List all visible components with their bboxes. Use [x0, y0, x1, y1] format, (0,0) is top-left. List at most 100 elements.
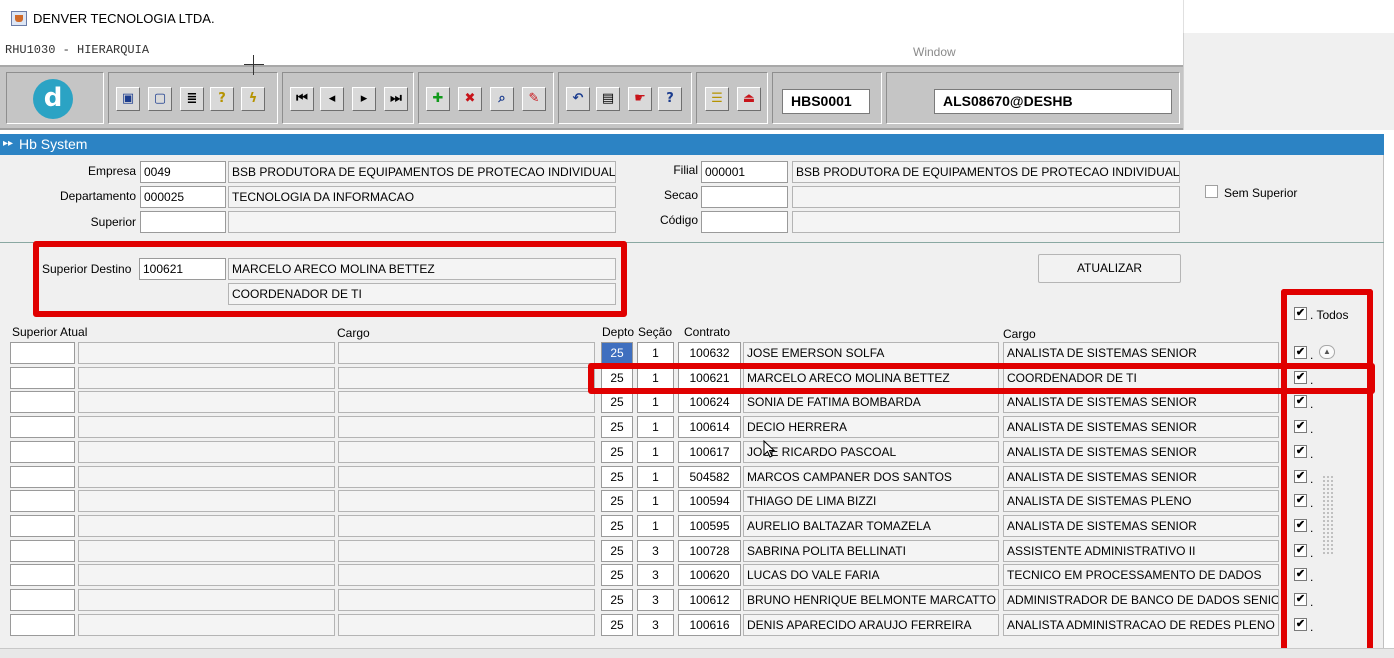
row-contrato[interactable]: 100620: [678, 564, 741, 586]
row-nome[interactable]: AURELIO BALTAZAR TOMAZELA: [743, 515, 999, 537]
row-superior-code[interactable]: [10, 614, 75, 636]
help-icon[interactable]: ?: [658, 87, 682, 111]
row-superior-cargo[interactable]: [338, 515, 595, 537]
row-depto[interactable]: 25: [601, 515, 633, 537]
hand-icon[interactable]: ☛: [628, 87, 652, 111]
row-cargo[interactable]: TECNICO EM PROCESSAMENTO DE DADOS: [1003, 564, 1279, 586]
row-cargo[interactable]: ANALISTA DE SISTEMAS SENIOR: [1003, 342, 1279, 364]
row-secao[interactable]: 3: [637, 564, 674, 586]
row-secao[interactable]: 1: [637, 441, 674, 463]
row-nome[interactable]: SONIA DE FATIMA BOMBARDA: [743, 391, 999, 413]
last-record-icon[interactable]: ⏭: [384, 87, 408, 111]
clipboard-icon[interactable]: ▤: [596, 87, 620, 111]
edit-record-icon[interactable]: ✎: [522, 87, 546, 111]
row-cargo[interactable]: ANALISTA DE SISTEMAS SENIOR: [1003, 466, 1279, 488]
row-depto[interactable]: 25: [601, 416, 633, 438]
atualizar-button[interactable]: ATUALIZAR: [1038, 254, 1181, 283]
delete-record-icon[interactable]: ✖: [458, 87, 482, 111]
row-contrato[interactable]: 100728: [678, 540, 741, 562]
row-cargo[interactable]: ANALISTA DE SISTEMAS SENIOR: [1003, 416, 1279, 438]
row-contrato[interactable]: 100614: [678, 416, 741, 438]
panel-collapse-icon[interactable]: ▸▸: [3, 138, 13, 149]
row-superior-name[interactable]: [78, 416, 335, 438]
exit-icon[interactable]: ⏏: [737, 87, 761, 111]
next-record-icon[interactable]: ▸: [352, 87, 376, 111]
row-superior-name[interactable]: [78, 342, 335, 364]
menu-icon[interactable]: ☰: [705, 87, 729, 111]
empresa-code-field[interactable]: 0049: [140, 161, 226, 183]
secao-code-field[interactable]: [701, 186, 788, 208]
row-superior-cargo[interactable]: [338, 540, 595, 562]
row-superior-code[interactable]: [10, 416, 75, 438]
row-superior-name[interactable]: [78, 466, 335, 488]
row-secao[interactable]: 1: [637, 515, 674, 537]
row-superior-code[interactable]: [10, 441, 75, 463]
row-superior-code[interactable]: [10, 391, 75, 413]
row-superior-code[interactable]: [10, 367, 75, 389]
row-cargo[interactable]: ANALISTA DE SISTEMAS SENIOR: [1003, 515, 1279, 537]
row-superior-cargo[interactable]: [338, 441, 595, 463]
row-superior-name[interactable]: [78, 367, 335, 389]
row-nome[interactable]: MARCOS CAMPANER DOS SANTOS: [743, 466, 999, 488]
row-superior-cargo[interactable]: [338, 490, 595, 512]
row-superior-code[interactable]: [10, 564, 75, 586]
row-contrato[interactable]: 100612: [678, 589, 741, 611]
row-superior-code[interactable]: [10, 515, 75, 537]
row-superior-cargo[interactable]: [338, 342, 595, 364]
row-superior-cargo[interactable]: [338, 589, 595, 611]
execute-query-icon[interactable]: ϟ: [241, 87, 265, 111]
row-nome[interactable]: LUCAS DO VALE FARIA: [743, 564, 999, 586]
row-secao[interactable]: 3: [637, 540, 674, 562]
insert-record-icon[interactable]: ✚: [426, 87, 450, 111]
filial-code-field[interactable]: 000001: [701, 161, 788, 183]
scrollbar-thumb[interactable]: [1322, 475, 1334, 555]
row-depto[interactable]: 25: [601, 490, 633, 512]
row-secao[interactable]: 1: [637, 416, 674, 438]
row-superior-name[interactable]: [78, 614, 335, 636]
row-cargo[interactable]: ASSISTENTE ADMINISTRATIVO II: [1003, 540, 1279, 562]
row-contrato[interactable]: 100632: [678, 342, 741, 364]
row-cargo[interactable]: ADMINISTRADOR DE BANCO DE DADOS SENIOR: [1003, 589, 1279, 611]
row-nome[interactable]: DECIO HERRERA: [743, 416, 999, 438]
row-superior-cargo[interactable]: [338, 614, 595, 636]
row-cargo[interactable]: ANALISTA DE SISTEMAS SENIOR: [1003, 441, 1279, 463]
save-icon[interactable]: ▣: [116, 87, 140, 111]
row-depto[interactable]: 25: [601, 342, 633, 364]
row-superior-name[interactable]: [78, 391, 335, 413]
row-superior-cargo[interactable]: [338, 367, 595, 389]
row-superior-code[interactable]: [10, 540, 75, 562]
row-secao[interactable]: 1: [637, 391, 674, 413]
menu-window[interactable]: Window: [913, 45, 956, 59]
row-superior-name[interactable]: [78, 490, 335, 512]
row-contrato[interactable]: 100624: [678, 391, 741, 413]
search-record-icon[interactable]: ⌕: [490, 87, 514, 111]
row-secao[interactable]: 1: [637, 342, 674, 364]
row-nome[interactable]: THIAGO DE LIMA BIZZI: [743, 490, 999, 512]
row-nome[interactable]: BRUNO HENRIQUE BELMONTE MARCATTO: [743, 589, 999, 611]
row-nome[interactable]: DENIS APARECIDO ARAUJO FERREIRA: [743, 614, 999, 636]
row-superior-code[interactable]: [10, 589, 75, 611]
scroll-up-icon[interactable]: ▲: [1319, 345, 1335, 359]
row-superior-cargo[interactable]: [338, 564, 595, 586]
row-depto[interactable]: 25: [601, 614, 633, 636]
row-superior-code[interactable]: [10, 466, 75, 488]
row-superior-name[interactable]: [78, 540, 335, 562]
row-secao[interactable]: 1: [637, 490, 674, 512]
row-contrato[interactable]: 100617: [678, 441, 741, 463]
row-contrato[interactable]: 504582: [678, 466, 741, 488]
row-secao[interactable]: 3: [637, 589, 674, 611]
superior-code-field[interactable]: [140, 211, 226, 233]
row-superior-code[interactable]: [10, 342, 75, 364]
row-contrato[interactable]: 100595: [678, 515, 741, 537]
row-superior-name[interactable]: [78, 564, 335, 586]
row-nome[interactable]: JOSE RICARDO PASCOAL: [743, 441, 999, 463]
row-secao[interactable]: 1: [637, 466, 674, 488]
row-depto[interactable]: 25: [601, 540, 633, 562]
first-record-icon[interactable]: ⏮: [290, 87, 314, 111]
row-superior-cargo[interactable]: [338, 391, 595, 413]
row-depto[interactable]: 25: [601, 441, 633, 463]
sem-superior-checkbox[interactable]: [1205, 185, 1218, 198]
print-icon[interactable]: ≣: [180, 87, 204, 111]
row-nome[interactable]: JOSE EMERSON SOLFA: [743, 342, 999, 364]
row-depto[interactable]: 25: [601, 564, 633, 586]
